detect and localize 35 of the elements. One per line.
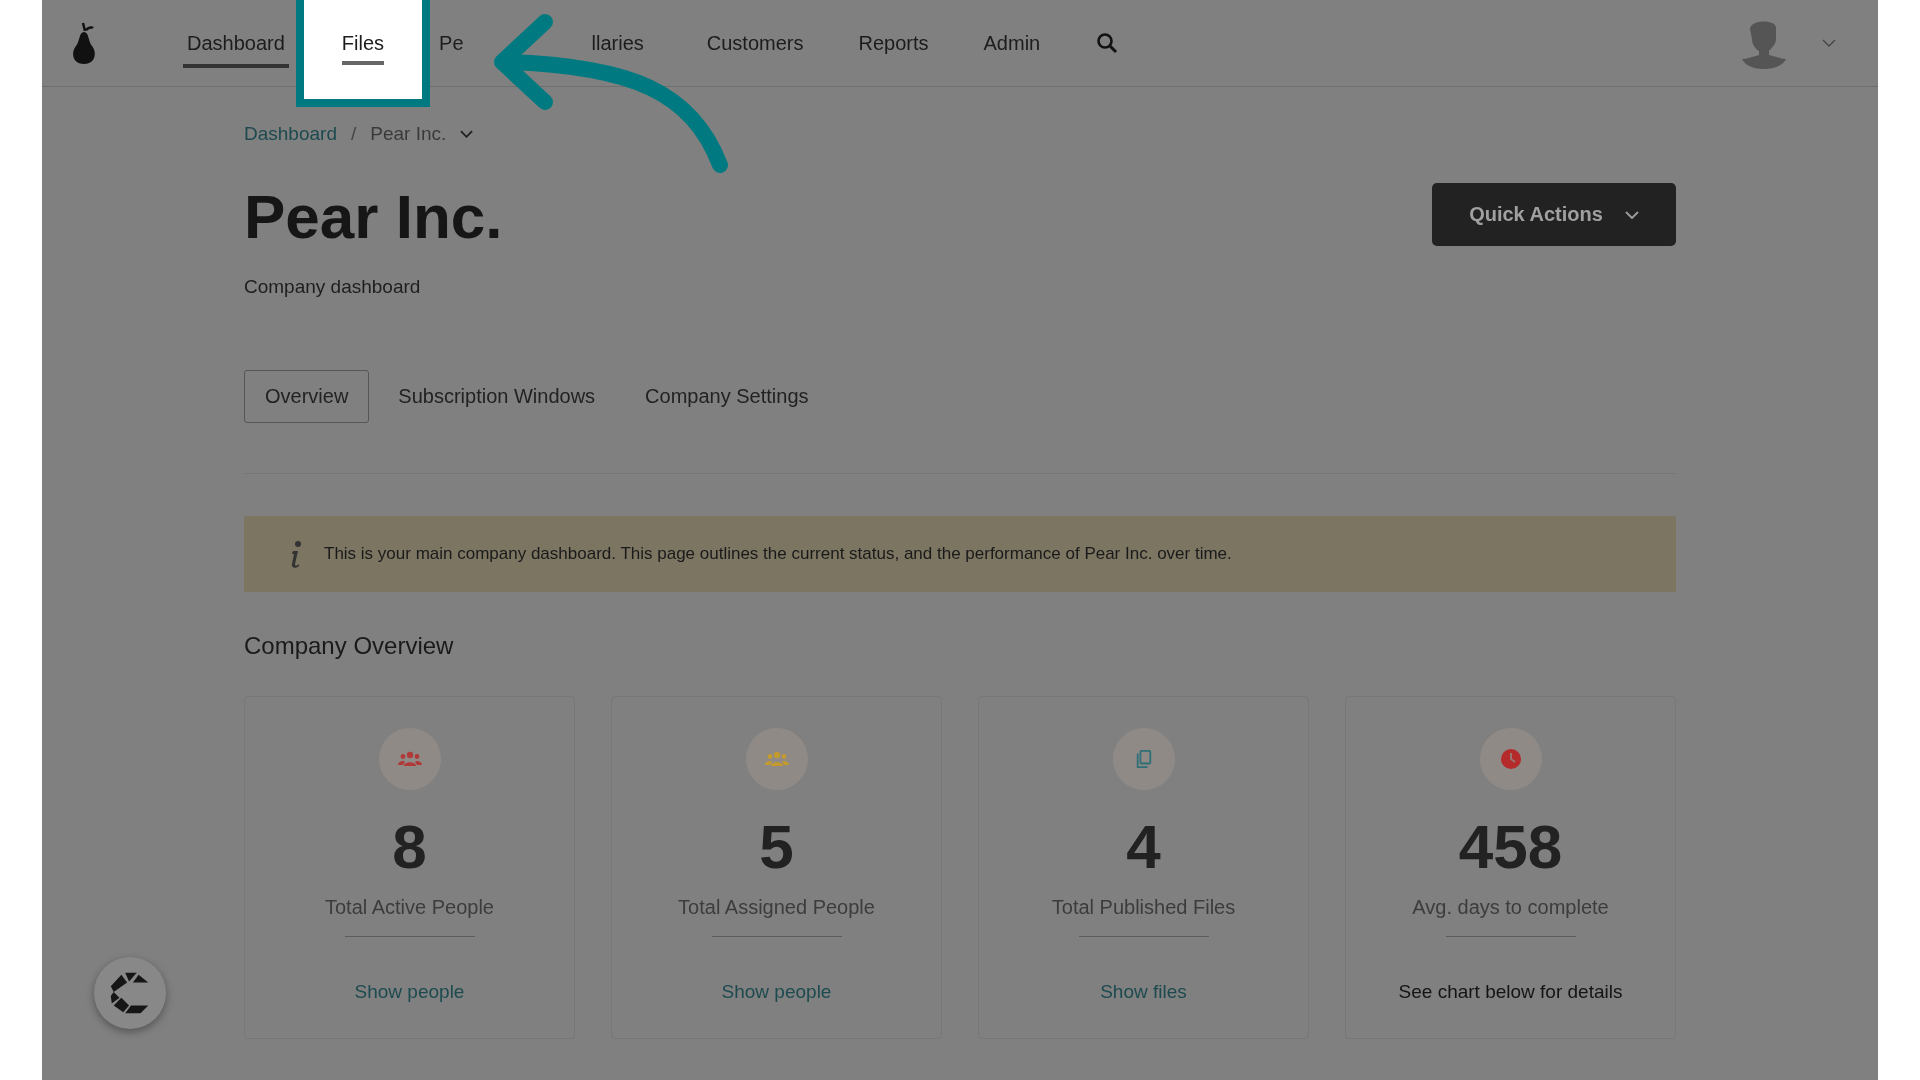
nav-tab[interactable]: Reports [854,31,933,68]
tab[interactable]: Overview [244,370,370,423]
stat-label: Avg. days to complete [1412,896,1609,919]
stat-value: 8 [392,816,427,878]
stat-value: 458 [1458,816,1563,878]
card-note: See chart below for details [1398,981,1623,1003]
info-message: This is your main company dashboard. This page outlines the current status, and the performance of Pear Inc. over time. [324,544,1232,564]
section-heading: Company Overview [244,632,455,660]
stat-label: Total Published Files [1051,896,1236,919]
card-link[interactable]: Show people [721,981,832,1003]
breadcrumb-dropdown[interactable]: Pear Inc. [370,123,474,145]
nav-tab[interactable]: Customers [702,31,808,68]
search-icon[interactable] [1095,31,1120,55]
breadcrumb-link[interactable]: Dashboard [244,123,337,145]
stat-label: Total Active People [325,896,494,919]
nav-tab[interactable]: llaries [587,31,648,68]
launcher-button[interactable] [94,957,166,1029]
tab[interactable]: Company Settings [624,370,830,423]
chevron-down-icon [460,130,474,138]
card-link[interactable]: Show files [1100,981,1187,1003]
page-title: Pear Inc. [244,181,503,252]
info-icon [290,540,302,568]
chevron-down-icon[interactable] [1822,39,1836,47]
tab[interactable]: Subscription Windows [377,370,617,423]
nav-tab[interactable]: Pe [435,31,468,68]
stat-label: Total Assigned People [678,896,875,919]
card-link[interactable]: Show people [354,981,465,1003]
page-subtitle: Company dashboard [244,276,422,298]
breadcrumb-separator: / [350,123,357,145]
stat-value: 5 [759,816,794,878]
chevron-down-icon [1624,210,1639,219]
nav-tab[interactable]: Files [295,0,431,107]
quick-actions-button[interactable]: Quick Actions [1432,183,1676,246]
stat-value: 4 [1126,816,1161,878]
nav-tab[interactable]: Admin [979,31,1045,68]
